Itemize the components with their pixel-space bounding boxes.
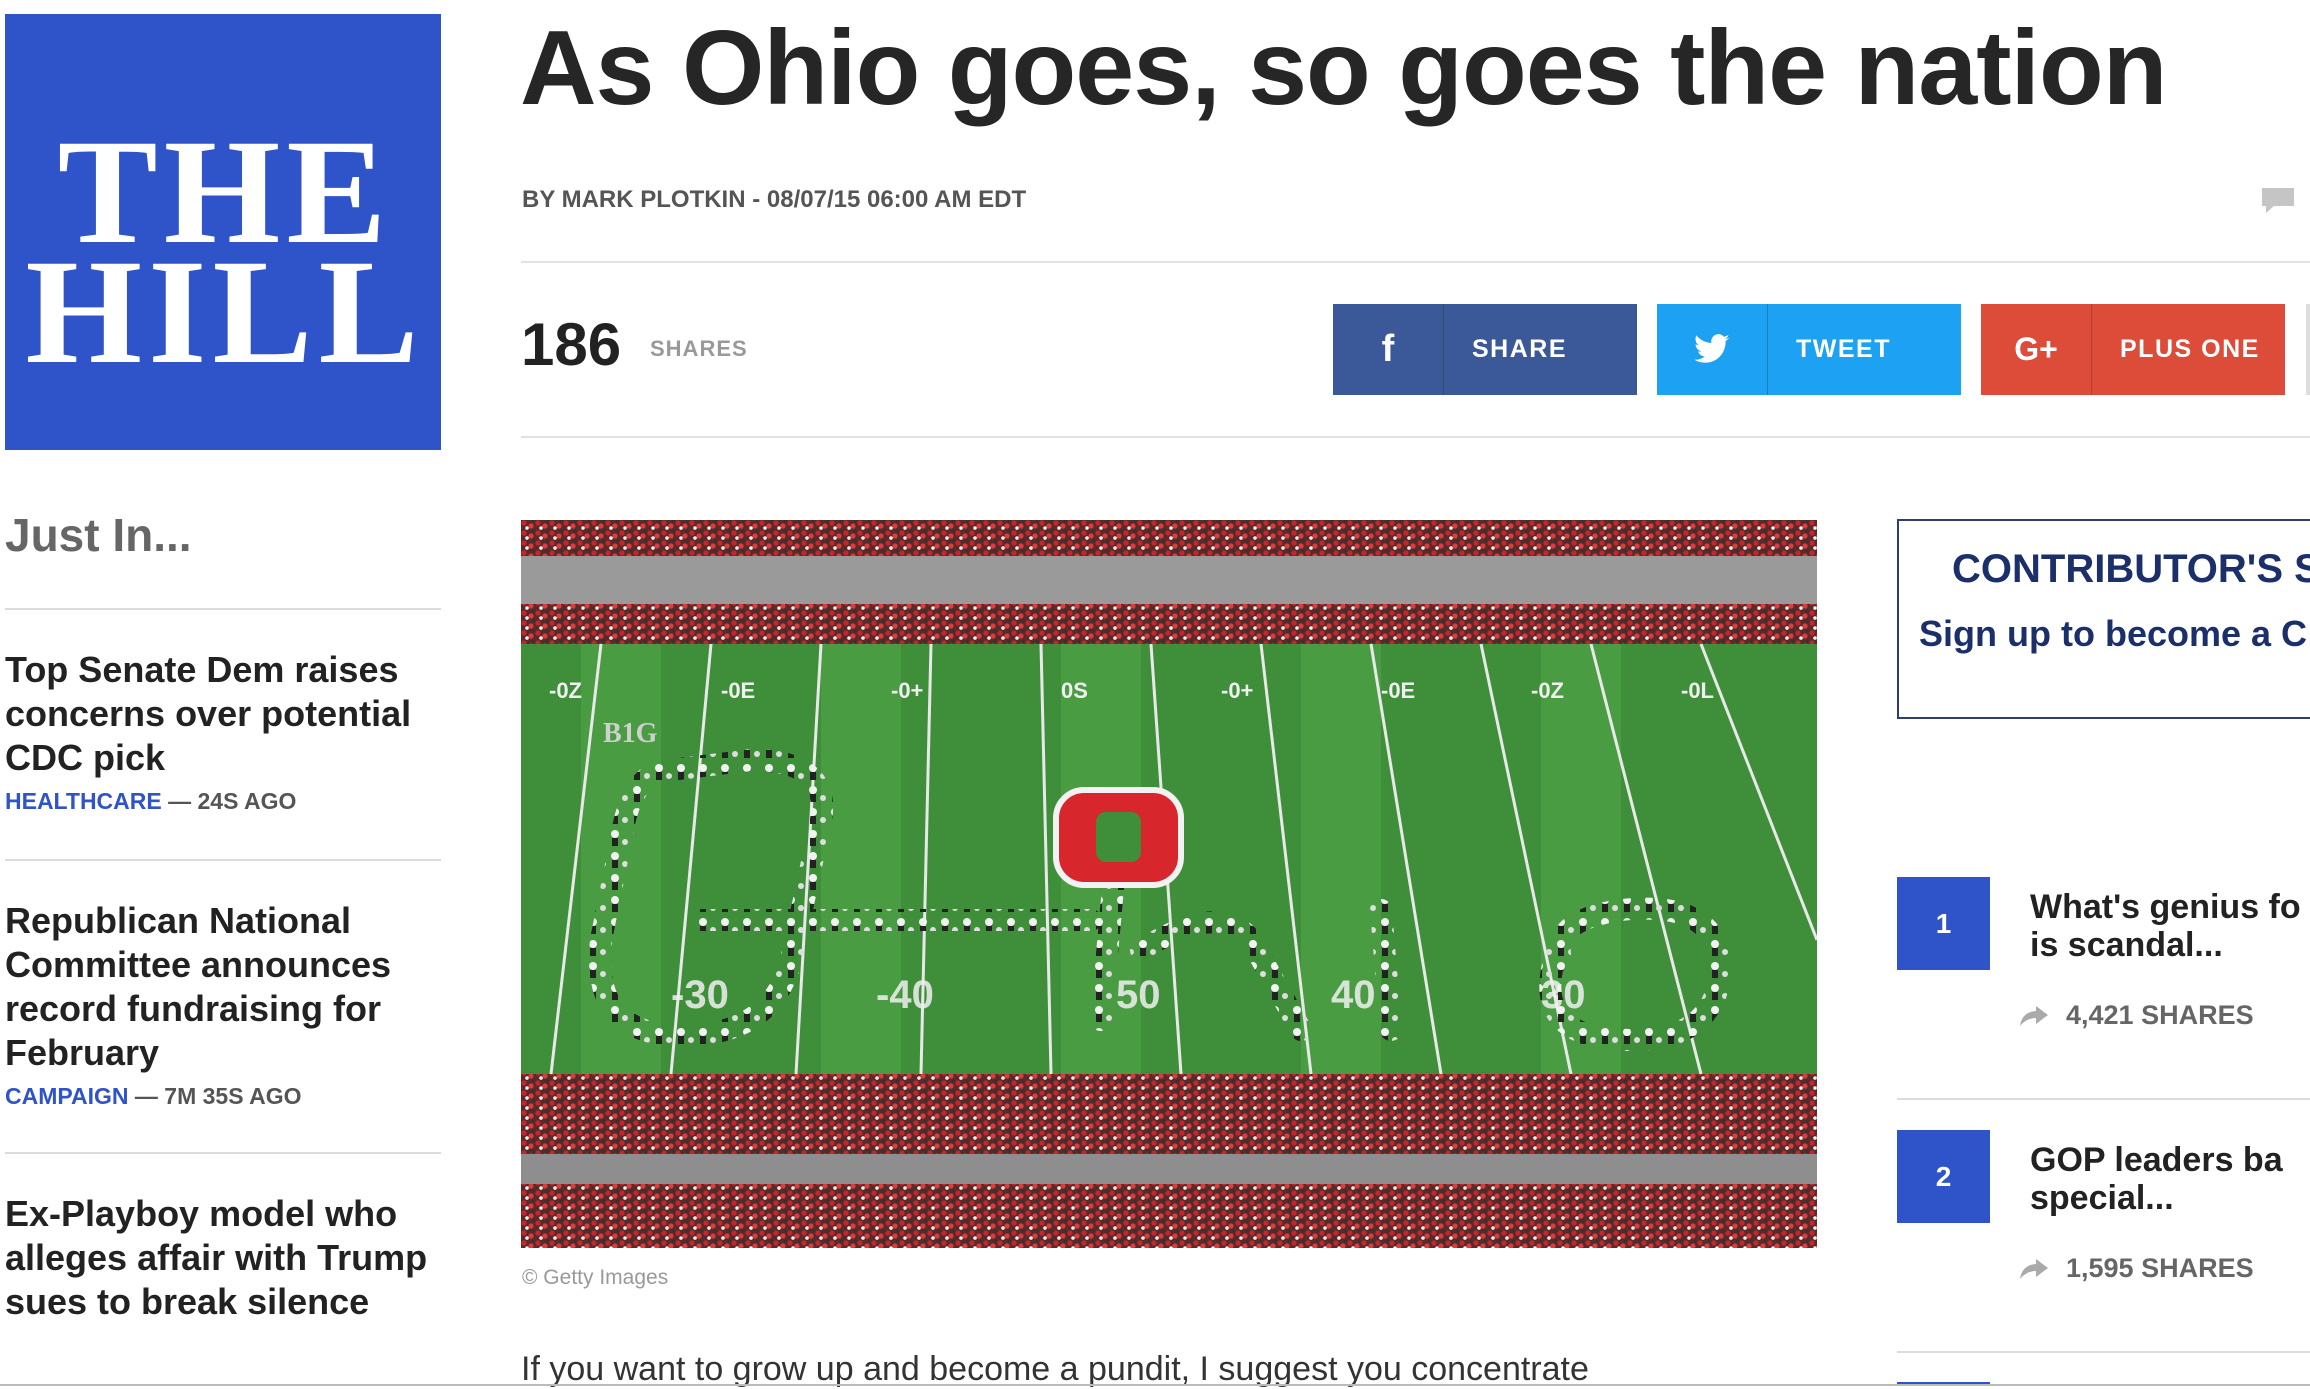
yard-number-top: -0E bbox=[1381, 678, 1415, 703]
share-arrow-icon bbox=[2020, 1005, 2048, 1026]
share-count: 186 bbox=[521, 311, 622, 378]
just-in-heading: Just In... bbox=[5, 509, 192, 561]
popular-story-title[interactable]: What's genius fo is scandal... bbox=[2030, 888, 2310, 964]
yard-number-bottom: 50 bbox=[1116, 973, 1161, 1017]
story-divider bbox=[5, 1152, 441, 1154]
story-meta: CAMPAIGN — 7M 35S AGO bbox=[5, 1083, 445, 1110]
popular-shares-count: 4,421 SHARES bbox=[2066, 1000, 2254, 1030]
popular-title-line: special... bbox=[2030, 1179, 2174, 1217]
header-divider bbox=[521, 261, 2310, 263]
popular-shares-count: 1,595 SHARES bbox=[2066, 1253, 2254, 1283]
popular-rank-badge: 2 bbox=[1897, 1130, 1990, 1223]
popular-story-title[interactable]: GOP leaders ba special... bbox=[2030, 1141, 2310, 1217]
popular-rank-badge: 1 bbox=[1897, 877, 1990, 970]
twitter-tweet-label: TWEET bbox=[1796, 335, 1891, 363]
popular-story-shares: 1,595 SHARES bbox=[2018, 1253, 2254, 1284]
story-title[interactable]: Ex-Playboy model who alleges affair with… bbox=[5, 1192, 445, 1324]
popular-divider bbox=[1897, 1098, 2310, 1100]
article-photo: -0Z -0E -0+ 0S -0+ -0E -0Z -0L -30 -40 5… bbox=[521, 520, 1817, 1248]
big-ten-logo: B1G bbox=[603, 718, 658, 749]
yard-number-top: -0+ bbox=[1221, 678, 1253, 703]
story-time: — 7M 35S AGO bbox=[128, 1083, 302, 1109]
story-title[interactable]: Republican National Committee announces … bbox=[5, 899, 445, 1075]
story-category[interactable]: HEALTHCARE bbox=[5, 788, 162, 814]
share-count-label: SHARES bbox=[650, 336, 748, 361]
google-plus-icon: G+ bbox=[1981, 304, 2092, 395]
share-arrow-icon bbox=[2020, 1258, 2048, 1279]
popular-title-line: GOP leaders ba bbox=[2030, 1141, 2283, 1179]
list-item[interactable]: Top Senate Dem raises concerns over pote… bbox=[5, 648, 445, 815]
story-time: — 24S AGO bbox=[161, 788, 297, 814]
article-byline: BY MARK PLOTKIN - 08/07/15 06:00 AM EDT bbox=[522, 186, 1027, 213]
twitter-icon bbox=[1657, 304, 1768, 395]
yard-number-top: -0E bbox=[721, 678, 755, 703]
contributor-signup-link[interactable]: Sign up to become a C bbox=[1919, 613, 2307, 655]
popular-title-line: What's genius fo bbox=[2030, 888, 2301, 926]
yard-number-top: -0+ bbox=[891, 678, 923, 703]
story-title[interactable]: Top Senate Dem raises concerns over pote… bbox=[5, 648, 445, 780]
popular-story-shares: 4,421 SHARES bbox=[2018, 1000, 2254, 1031]
list-item[interactable]: Republican National Committee announces … bbox=[5, 899, 445, 1110]
yard-number-bottom: 40 bbox=[1331, 973, 1376, 1017]
just-in-divider bbox=[5, 608, 441, 610]
yard-number-bottom: -40 bbox=[876, 973, 934, 1017]
comment-icon[interactable] bbox=[2260, 186, 2296, 214]
story-divider bbox=[5, 859, 441, 861]
contributor-heading: CONTRIBUTOR'S S bbox=[1952, 547, 2310, 591]
story-meta: HEALTHCARE — 24S AGO bbox=[5, 788, 445, 815]
article-headline: As Ohio goes, so goes the nation bbox=[520, 9, 2168, 127]
yard-number-top: -0L bbox=[1681, 678, 1714, 703]
logo-line-hill: HILL bbox=[25, 229, 425, 395]
google-plus-label: PLUS ONE bbox=[2120, 335, 2260, 363]
popular-divider bbox=[1897, 1351, 2310, 1353]
story-category[interactable]: CAMPAIGN bbox=[5, 1083, 129, 1109]
list-item[interactable]: Ex-Playboy model who alleges affair with… bbox=[5, 1192, 445, 1324]
share-divider bbox=[521, 436, 2310, 438]
twitter-tweet-button[interactable]: TWEET bbox=[1657, 304, 1961, 395]
more-share-button-edge[interactable] bbox=[2306, 304, 2310, 395]
facebook-icon: f bbox=[1333, 304, 1444, 395]
popular-title-line: is scandal... bbox=[2030, 926, 2223, 964]
yard-number-bottom: -30 bbox=[671, 973, 729, 1017]
image-credit: © Getty Images bbox=[522, 1266, 669, 1289]
contributor-signup-box[interactable]: CONTRIBUTOR'S S Sign up to become a C bbox=[1897, 519, 2310, 719]
stadium-field-image: -0Z -0E -0+ 0S -0+ -0E -0Z -0L -30 -40 5… bbox=[521, 520, 1817, 1248]
yard-number-top: -0Z bbox=[549, 678, 582, 703]
yard-number-top: 0S bbox=[1061, 678, 1088, 703]
google-plus-button[interactable]: G+ PLUS ONE bbox=[1981, 304, 2285, 395]
facebook-share-button[interactable]: f SHARE bbox=[1333, 304, 1637, 395]
site-logo[interactable]: THE HILL bbox=[5, 14, 441, 450]
facebook-share-label: SHARE bbox=[1472, 335, 1568, 363]
yard-number-top: -0Z bbox=[1531, 678, 1564, 703]
